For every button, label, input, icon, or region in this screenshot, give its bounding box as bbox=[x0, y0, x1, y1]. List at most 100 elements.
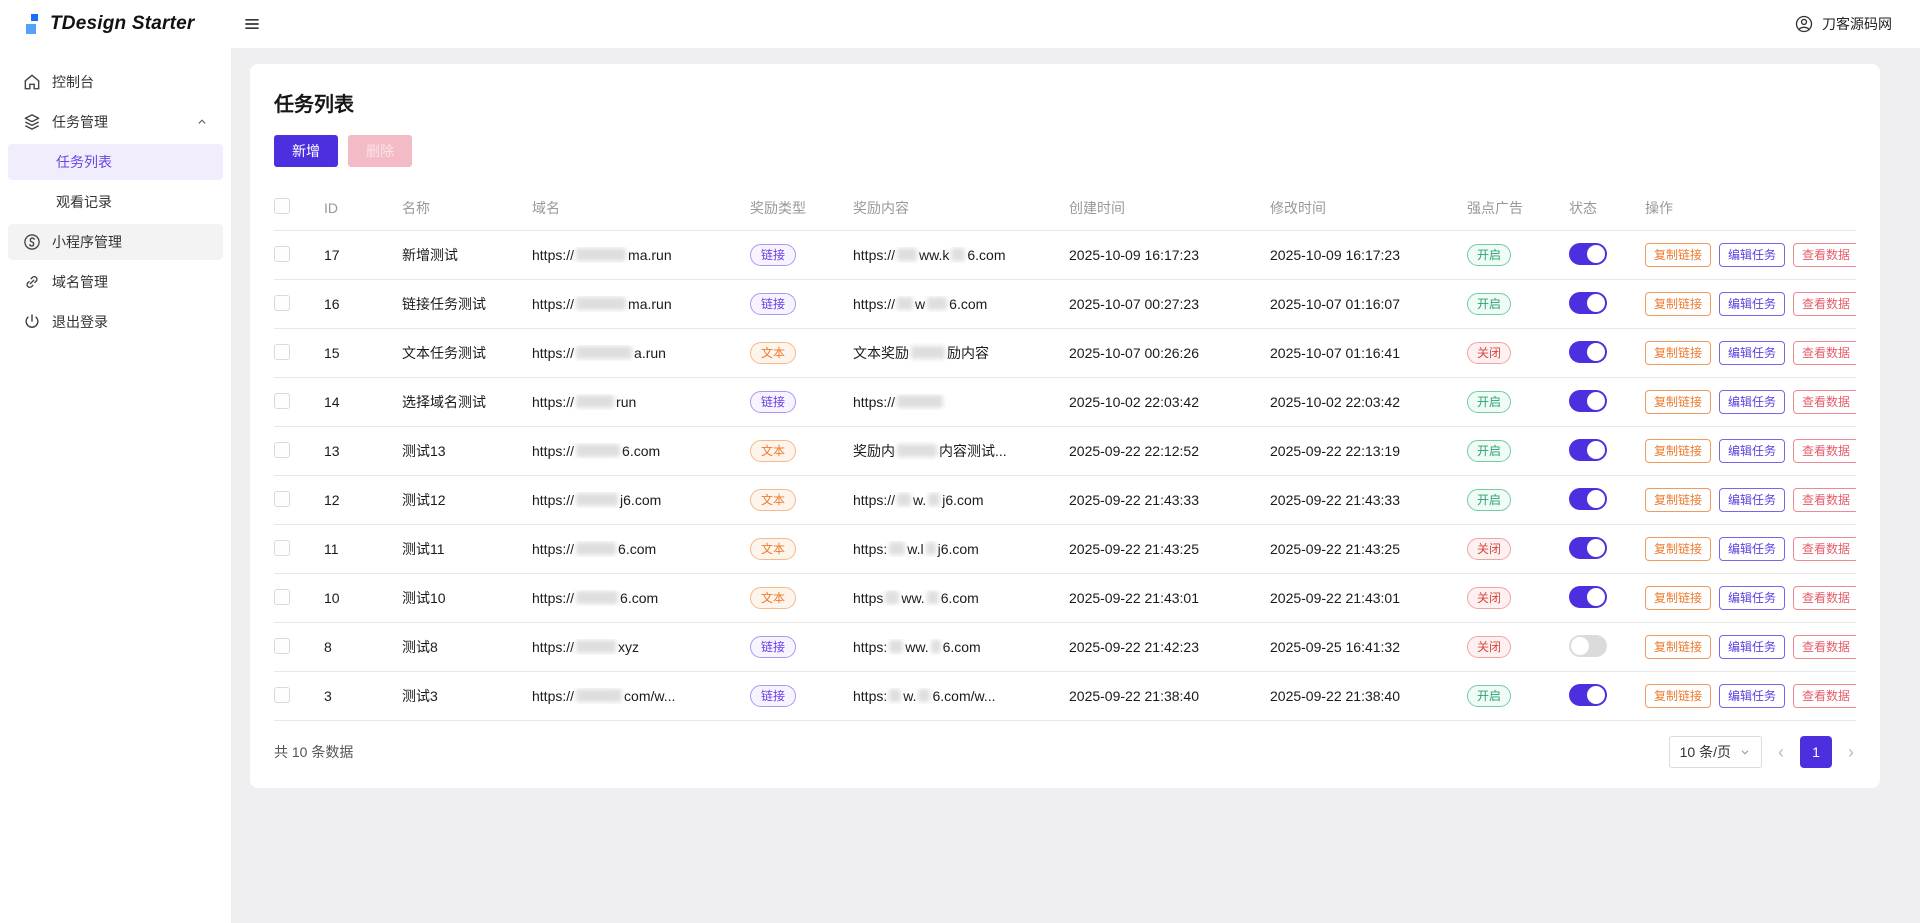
censored-blur bbox=[897, 395, 943, 408]
cell-reward-type: 链接 bbox=[750, 685, 853, 707]
logo[interactable]: TDesign Starter bbox=[0, 13, 232, 35]
sidebar-item-task-list[interactable]: 任务列表 bbox=[8, 144, 223, 180]
edit-task-button[interactable]: 编辑任务 bbox=[1719, 537, 1785, 561]
edit-task-button[interactable]: 编辑任务 bbox=[1719, 292, 1785, 316]
row-checkbox[interactable] bbox=[274, 540, 290, 556]
cell-text: https bbox=[853, 590, 883, 606]
row-checkbox[interactable] bbox=[274, 246, 290, 262]
copy-link-button[interactable]: 复制链接 bbox=[1645, 390, 1711, 414]
status-toggle[interactable] bbox=[1569, 439, 1607, 461]
cell-modified-time: 2025-10-09 16:17:23 bbox=[1270, 247, 1467, 263]
edit-task-button[interactable]: 编辑任务 bbox=[1719, 243, 1785, 267]
row-checkbox-cell bbox=[274, 491, 324, 510]
row-checkbox[interactable] bbox=[274, 491, 290, 507]
toggle-knob bbox=[1587, 294, 1605, 312]
row-checkbox[interactable] bbox=[274, 295, 290, 311]
copy-link-button[interactable]: 复制链接 bbox=[1645, 635, 1711, 659]
collapse-menu-icon[interactable] bbox=[242, 14, 262, 34]
view-data-button[interactable]: 查看数据 bbox=[1793, 684, 1856, 708]
row-checkbox[interactable] bbox=[274, 442, 290, 458]
row-checkbox[interactable] bbox=[274, 589, 290, 605]
cell-text: https:// bbox=[532, 247, 574, 263]
select-all-checkbox[interactable] bbox=[274, 198, 290, 214]
status-toggle[interactable] bbox=[1569, 586, 1607, 608]
copy-link-button[interactable]: 复制链接 bbox=[1645, 439, 1711, 463]
status-toggle[interactable] bbox=[1569, 635, 1607, 657]
page-number-button[interactable]: 1 bbox=[1800, 736, 1832, 768]
copy-link-button[interactable]: 复制链接 bbox=[1645, 292, 1711, 316]
sidebar-item-dashboard[interactable]: 控制台 bbox=[8, 64, 223, 100]
copy-link-button[interactable]: 复制链接 bbox=[1645, 586, 1711, 610]
view-data-button[interactable]: 查看数据 bbox=[1793, 537, 1856, 561]
force-ad-badge: 开启 bbox=[1467, 244, 1511, 266]
sidebar-item-watch-records[interactable]: 观看记录 bbox=[8, 184, 223, 220]
reward-type-tag: 链接 bbox=[750, 244, 796, 266]
row-checkbox[interactable] bbox=[274, 344, 290, 360]
cell-text: https:// bbox=[532, 688, 574, 704]
status-toggle[interactable] bbox=[1569, 243, 1607, 265]
cell-text: https:// bbox=[532, 296, 574, 312]
delete-button[interactable]: 删除 bbox=[348, 135, 412, 167]
row-checkbox[interactable] bbox=[274, 393, 290, 409]
status-toggle[interactable] bbox=[1569, 390, 1607, 412]
sidebar-item-miniapp-management[interactable]: 小程序管理 bbox=[8, 224, 223, 260]
sidebar-item-logout[interactable]: 退出登录 bbox=[8, 304, 223, 340]
copy-link-button[interactable]: 复制链接 bbox=[1645, 243, 1711, 267]
sidebar-item-domain-management[interactable]: 域名管理 bbox=[8, 264, 223, 300]
page-title: 任务列表 bbox=[274, 88, 1856, 117]
view-data-button[interactable]: 查看数据 bbox=[1793, 439, 1856, 463]
copy-link-button[interactable]: 复制链接 bbox=[1645, 537, 1711, 561]
column-header-status: 状态 bbox=[1569, 198, 1645, 218]
cell-reward-type: 文本 bbox=[750, 538, 853, 560]
cell-text: 奖励内 bbox=[853, 443, 895, 459]
view-data-button[interactable]: 查看数据 bbox=[1793, 341, 1856, 365]
status-toggle[interactable] bbox=[1569, 292, 1607, 314]
cell-id: 14 bbox=[324, 394, 402, 410]
edit-task-button[interactable]: 编辑任务 bbox=[1719, 684, 1785, 708]
status-toggle[interactable] bbox=[1569, 341, 1607, 363]
next-page-button[interactable]: › bbox=[1846, 742, 1856, 763]
cell-text: 励内容 bbox=[947, 345, 989, 361]
edit-task-button[interactable]: 编辑任务 bbox=[1719, 341, 1785, 365]
cell-domain: https://xyz bbox=[532, 639, 750, 655]
page-size-select[interactable]: 10 条/页 bbox=[1669, 736, 1762, 768]
cell-status bbox=[1569, 488, 1645, 513]
view-data-button[interactable]: 查看数据 bbox=[1793, 390, 1856, 414]
view-data-button[interactable]: 查看数据 bbox=[1793, 292, 1856, 316]
edit-task-button[interactable]: 编辑任务 bbox=[1719, 390, 1785, 414]
view-data-button[interactable]: 查看数据 bbox=[1793, 635, 1856, 659]
user-menu[interactable]: 刀客源码网 bbox=[1794, 14, 1920, 34]
copy-link-button[interactable]: 复制链接 bbox=[1645, 488, 1711, 512]
edit-task-button[interactable]: 编辑任务 bbox=[1719, 635, 1785, 659]
status-toggle[interactable] bbox=[1569, 488, 1607, 510]
prev-page-button[interactable]: ‹ bbox=[1776, 742, 1786, 763]
view-data-button[interactable]: 查看数据 bbox=[1793, 586, 1856, 610]
reward-type-tag: 链接 bbox=[750, 636, 796, 658]
row-checkbox[interactable] bbox=[274, 638, 290, 654]
status-toggle[interactable] bbox=[1569, 537, 1607, 559]
view-data-button[interactable]: 查看数据 bbox=[1793, 243, 1856, 267]
cell-created-time: 2025-09-22 21:43:33 bbox=[1069, 492, 1270, 508]
edit-task-button[interactable]: 编辑任务 bbox=[1719, 488, 1785, 512]
cell-force-ad: 开启 bbox=[1467, 489, 1569, 511]
cell-text: j6.com bbox=[620, 492, 661, 508]
force-ad-badge: 开启 bbox=[1467, 293, 1511, 315]
view-data-button[interactable]: 查看数据 bbox=[1793, 488, 1856, 512]
sidebar-item-label: 观看记录 bbox=[56, 192, 112, 212]
top-bar: TDesign Starter 刀客源码网 bbox=[0, 0, 1920, 48]
cell-id: 3 bbox=[324, 688, 402, 704]
copy-link-button[interactable]: 复制链接 bbox=[1645, 684, 1711, 708]
cell-domain: https://6.com bbox=[532, 541, 750, 557]
edit-task-button[interactable]: 编辑任务 bbox=[1719, 586, 1785, 610]
row-checkbox[interactable] bbox=[274, 687, 290, 703]
cell-modified-time: 2025-09-25 16:41:32 bbox=[1270, 639, 1467, 655]
cell-reward-type: 链接 bbox=[750, 636, 853, 658]
copy-link-button[interactable]: 复制链接 bbox=[1645, 341, 1711, 365]
toggle-knob bbox=[1587, 245, 1605, 263]
censored-blur bbox=[897, 297, 913, 310]
add-button[interactable]: 新增 bbox=[274, 135, 338, 167]
status-toggle[interactable] bbox=[1569, 684, 1607, 706]
edit-task-button[interactable]: 编辑任务 bbox=[1719, 439, 1785, 463]
sidebar-item-task-management[interactable]: 任务管理 bbox=[8, 104, 223, 140]
toggle-knob bbox=[1571, 637, 1589, 655]
